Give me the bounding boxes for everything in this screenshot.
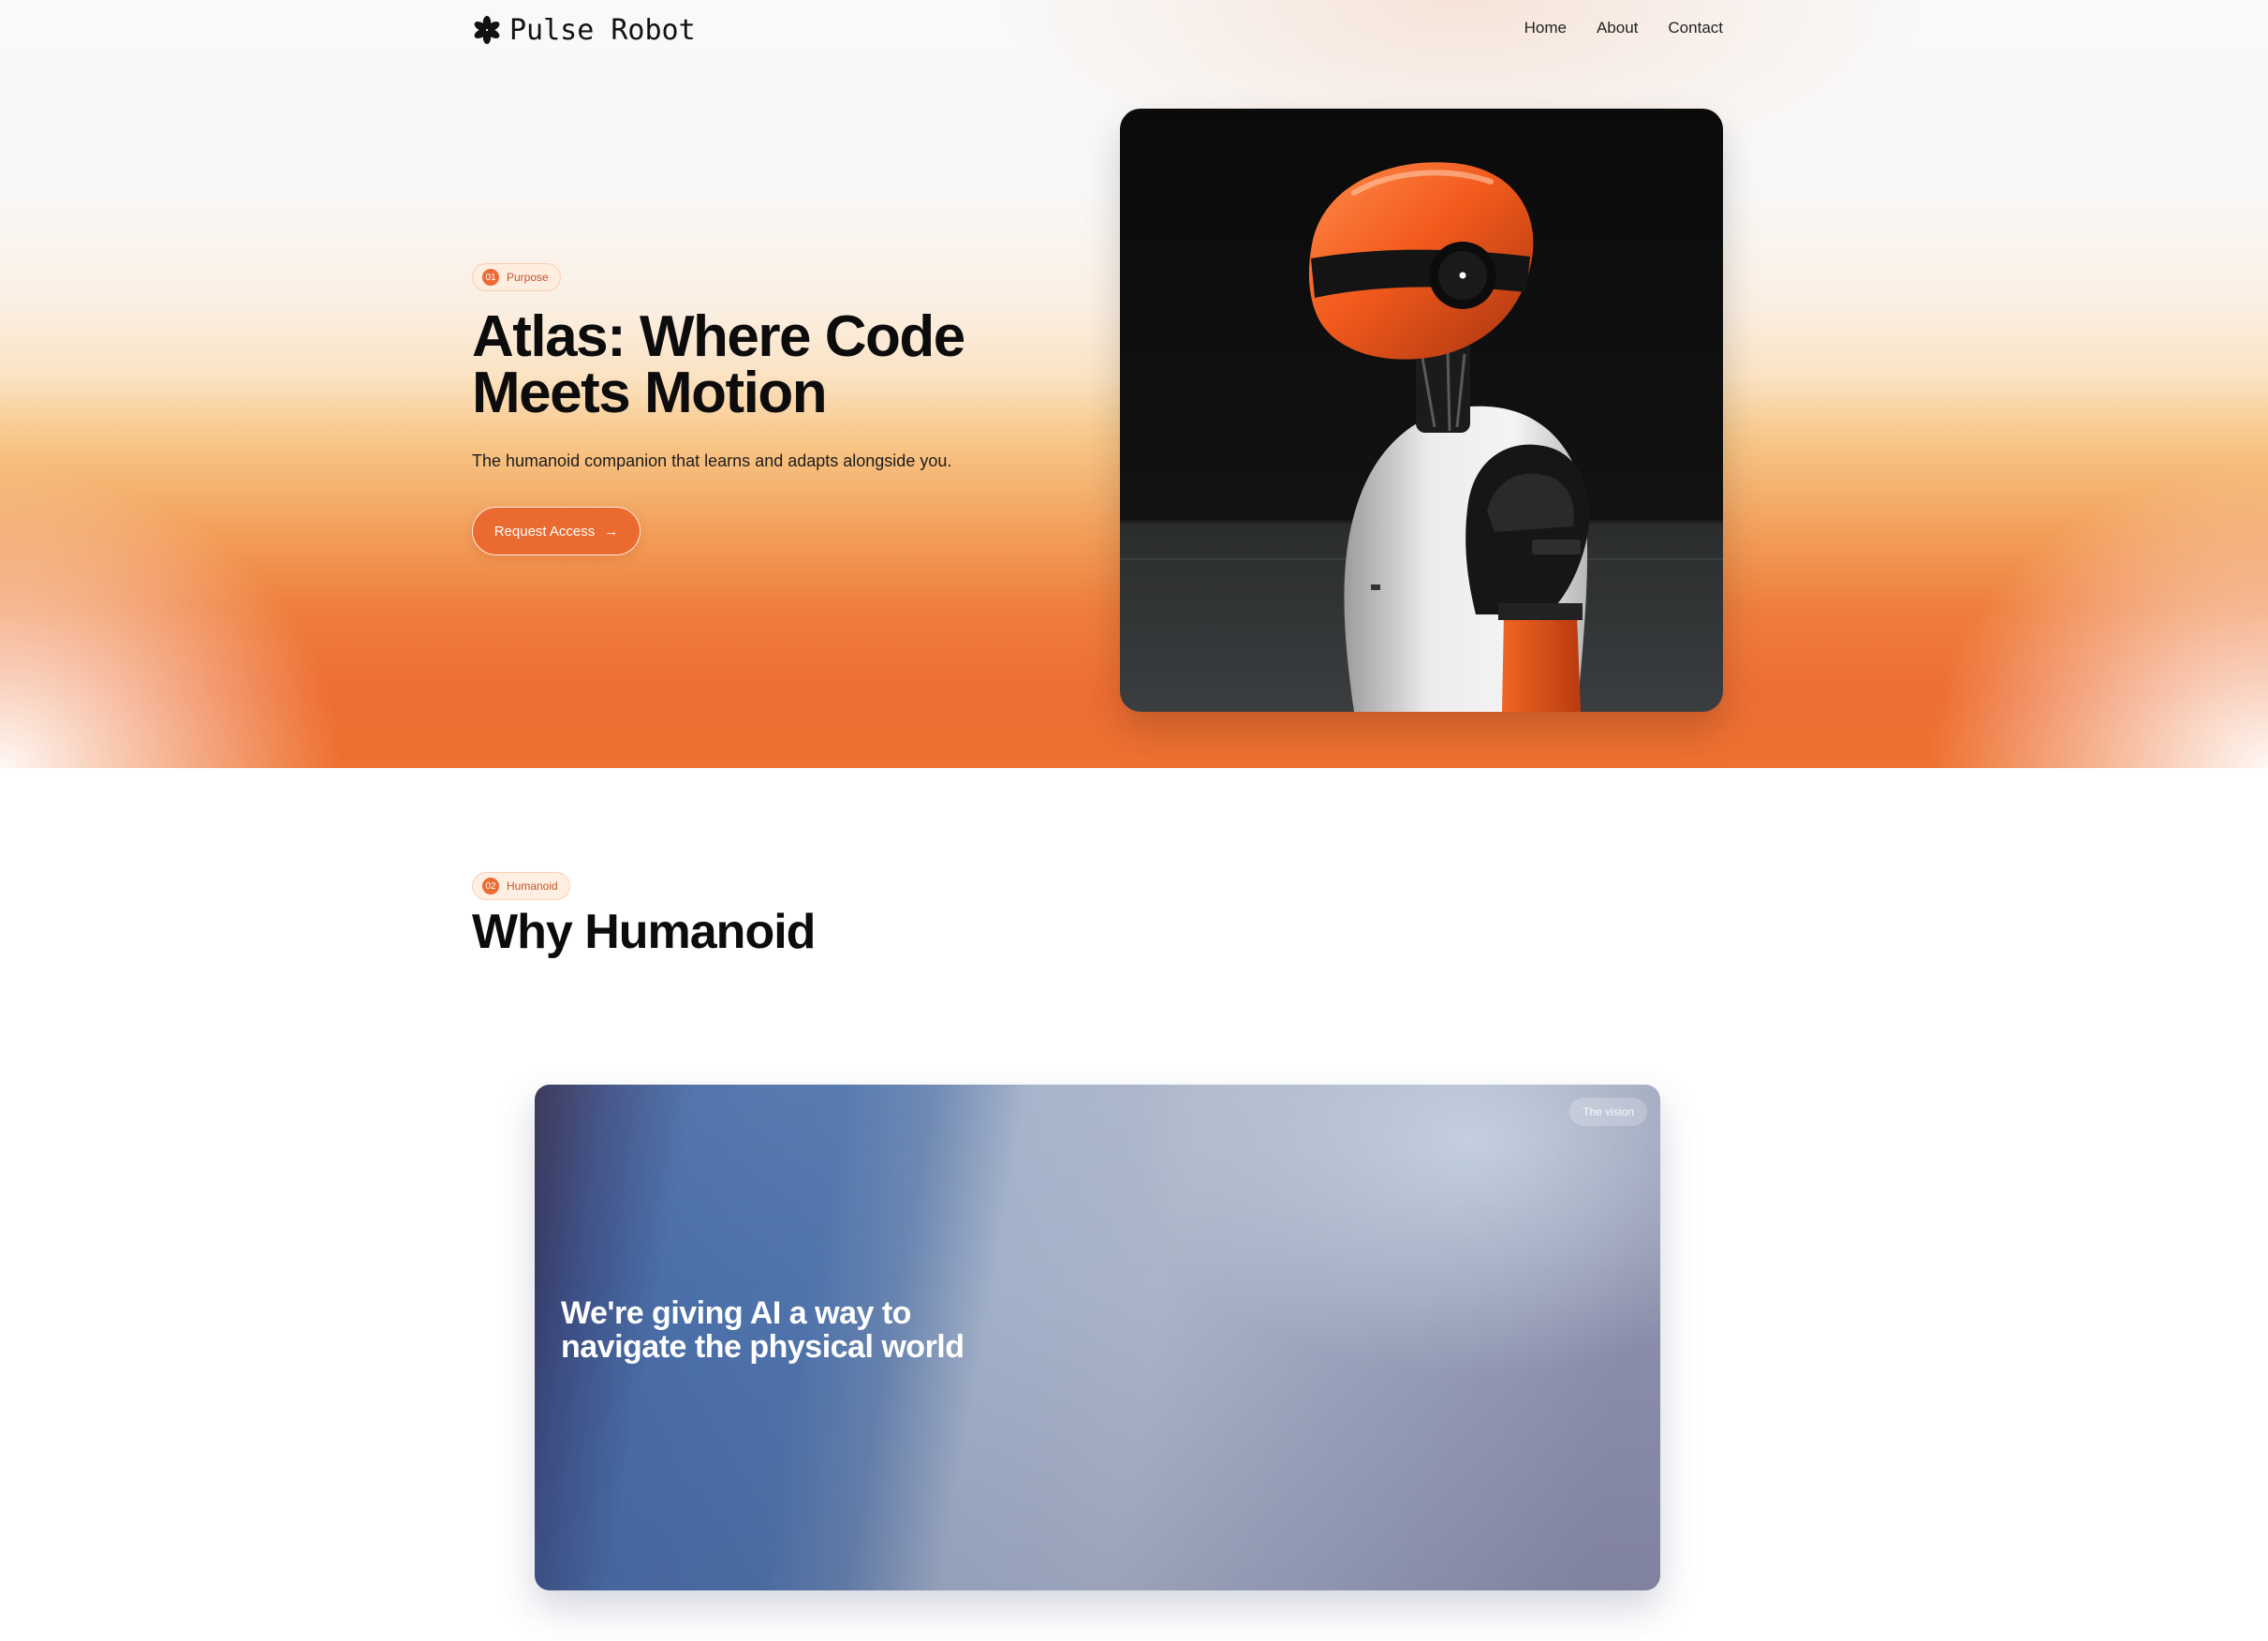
request-access-label: Request Access: [493, 523, 596, 540]
vision-text: We're giving AI a way to navigate the ph…: [561, 1296, 1048, 1364]
vision-badge: The vision: [1569, 1098, 1647, 1126]
brand-logo[interactable]: Pulse Robot: [472, 13, 696, 47]
vision-card: The vision We're giving AI a way to navi…: [535, 1085, 1660, 1590]
asterisk-icon: [474, 16, 500, 44]
section-title: Why Humanoid: [472, 905, 816, 959]
humanoid-badge: 02 Humanoid: [472, 872, 570, 900]
hero-title: Atlas: Where Code Meets Motion: [472, 308, 1071, 422]
robot-illustration: [1120, 162, 1723, 712]
top-nav: Home About Contact: [1524, 19, 1723, 37]
badge-label: Purpose: [507, 271, 549, 284]
nav-link-about[interactable]: About: [1597, 19, 1638, 37]
badge-number: 02: [482, 878, 499, 894]
hero-subtitle: The humanoid companion that learns and a…: [472, 451, 952, 470]
hero-title-line2: Meets Motion: [472, 361, 828, 425]
purpose-badge: 01 Purpose: [472, 263, 561, 291]
vision-text-line2: navigate the physical world: [561, 1329, 965, 1365]
hero-section: Pulse Robot Home About Contact 01 Purpos…: [0, 0, 2268, 768]
nav-link-home[interactable]: Home: [1524, 19, 1567, 37]
arrow-right-icon: →: [604, 523, 619, 540]
badge-label: Humanoid: [507, 880, 558, 893]
vision-text-line1: We're giving AI a way to: [561, 1295, 911, 1331]
badge-number: 01: [482, 269, 499, 286]
request-access-button[interactable]: Request Access →: [472, 507, 641, 555]
hero-title-line1: Atlas: Where Code: [472, 304, 965, 369]
nav-link-contact[interactable]: Contact: [1668, 19, 1723, 37]
brand-name: Pulse Robot: [509, 13, 696, 47]
robot-image: [1120, 109, 1723, 712]
